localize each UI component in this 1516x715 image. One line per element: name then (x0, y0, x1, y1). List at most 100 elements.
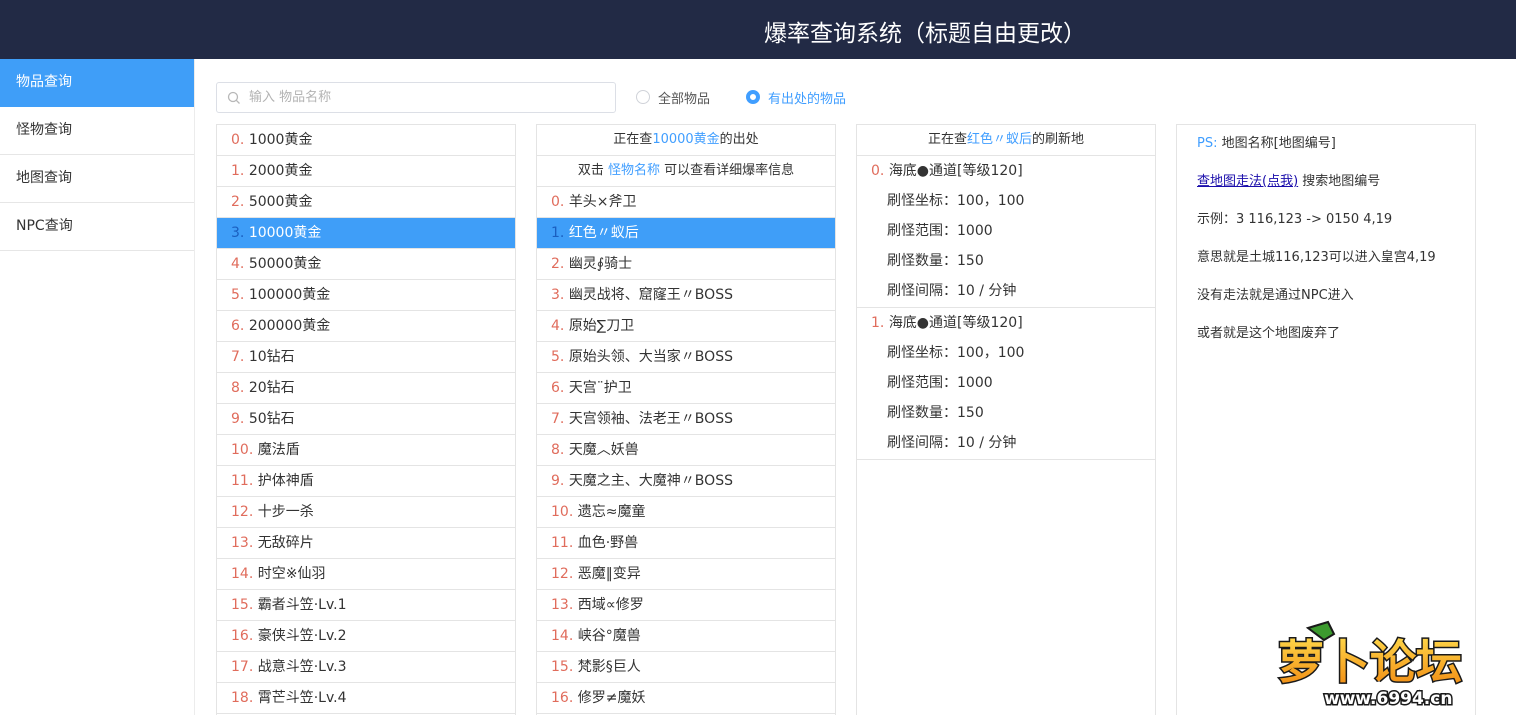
item-index: 15. (231, 597, 254, 613)
item-name: 200000黄金 (248, 318, 331, 334)
item-row[interactable]: 15. 霸者斗笠·Lv.1 (217, 590, 515, 621)
monster-row[interactable]: 16. 修罗≠魔妖 (537, 683, 835, 714)
monster-index: 14. (551, 628, 574, 644)
monster-index: 7. (551, 411, 565, 427)
monster-row[interactable]: 8. 天魔︿妖兽 (537, 435, 835, 466)
item-index: 17. (231, 659, 254, 675)
monster-name: 羊头×斧卫 (568, 194, 637, 210)
monster-row[interactable]: 15. 梵影§巨人 (537, 652, 835, 683)
monsters-list-panel: 正在查10000黄金的出处 双击 怪物名称 可以查看详细爆率信息 0. 羊头×斧… (536, 124, 836, 715)
monster-name: 天魔之主、大魔神〃BOSS (568, 473, 733, 489)
item-row[interactable]: 6. 200000黄金 (217, 311, 515, 342)
monster-row[interactable]: 13. 西域∝修罗 (537, 590, 835, 621)
item-index: 3. (231, 225, 245, 241)
item-name: 5000黄金 (248, 194, 313, 210)
sidebar-item-monsters[interactable]: 怪物查询 (0, 107, 194, 155)
link-suffix: 搜索地图编号 (1298, 174, 1381, 189)
monster-row[interactable]: 12. 恶魔‖变异 (537, 559, 835, 590)
monster-row[interactable]: 0. 羊头×斧卫 (537, 187, 835, 218)
heading-item-name: 10000黄金 (652, 132, 720, 147)
monster-index: 3. (551, 287, 565, 303)
monster-index: 8. (551, 442, 565, 458)
monster-row[interactable]: 6. 天宫¨护卫 (537, 373, 835, 404)
item-name: 50钻石 (248, 411, 295, 427)
sidebar-item-maps[interactable]: 地图查询 (0, 155, 194, 203)
item-row[interactable]: 2. 5000黄金 (217, 187, 515, 218)
monster-row[interactable]: 5. 原始头领、大当家〃BOSS (537, 342, 835, 373)
monster-row[interactable]: 4. 原始∑刀卫 (537, 311, 835, 342)
item-index: 0. (231, 132, 245, 148)
monster-index: 11. (551, 535, 574, 551)
monster-row[interactable]: 14. 峡谷°魔兽 (537, 621, 835, 652)
item-index: 8. (231, 380, 245, 396)
item-name: 霸者斗笠·Lv.1 (257, 597, 347, 613)
item-row[interactable]: 3. 10000黄金 (217, 218, 515, 249)
monster-row[interactable]: 2. 幽灵∮骑士 (537, 249, 835, 280)
monsters-panel-heading: 正在查10000黄金的出处 (537, 125, 835, 156)
item-index: 7. (231, 349, 245, 365)
map-entry[interactable]: 1. 海底●通道[等级120] 刷怪坐标：100，100 刷怪范围：1000 刷怪数量… (857, 308, 1155, 460)
monster-row[interactable]: 9. 天魔之主、大魔神〃BOSS (537, 466, 835, 497)
monster-index: 2. (551, 256, 565, 272)
item-row[interactable]: 9. 50钻石 (217, 404, 515, 435)
item-row[interactable]: 7. 10钻石 (217, 342, 515, 373)
item-row[interactable]: 10. 魔法盾 (217, 435, 515, 466)
item-name: 霄芒斗笠·Lv.4 (257, 690, 347, 706)
monster-name: 红色〃蚁后 (568, 225, 639, 241)
item-name: 十步一杀 (257, 504, 314, 520)
item-row[interactable]: 1. 2000黄金 (217, 156, 515, 187)
item-row[interactable]: 12. 十步一杀 (217, 497, 515, 528)
item-row[interactable]: 13. 无敌碎片 (217, 528, 515, 559)
item-index: 12. (231, 504, 254, 520)
item-row[interactable]: 4. 50000黄金 (217, 249, 515, 280)
filter-source-radio[interactable]: 有出处的物品 (746, 87, 846, 107)
monster-name: 梵影§巨人 (577, 659, 641, 675)
monster-index: 9. (551, 473, 565, 489)
monster-index: 0. (551, 194, 565, 210)
monster-row[interactable]: 10. 遗忘≈魔童 (537, 497, 835, 528)
map-route-link[interactable]: 查地图走法(点我) (1197, 174, 1298, 189)
map-index: 1. (871, 315, 885, 331)
heading-suffix: 的出处 (719, 132, 759, 147)
item-row[interactable]: 16. 豪侠斗笠·Lv.2 (217, 621, 515, 652)
item-index: 16. (231, 628, 254, 644)
monster-index: 13. (551, 597, 574, 613)
map-entry[interactable]: 0. 海底●通道[等级120] 刷怪坐标：100，100 刷怪范围：1000 刷怪数量… (857, 156, 1155, 308)
filter-all-radio[interactable]: 全部物品 (636, 87, 710, 107)
item-index: 13. (231, 535, 254, 551)
map-interval: 刷怪间隔：10 / 分钟 (887, 435, 1017, 451)
map-count: 刷怪数量：150 (887, 405, 984, 421)
item-row[interactable]: 14. 时空※仙羽 (217, 559, 515, 590)
map-coords: 刷怪坐标：100，100 (887, 193, 1025, 209)
filter-source-label: 有出处的物品 (768, 91, 847, 107)
monster-row[interactable]: 3. 幽灵战将、窟窿王〃BOSS (537, 280, 835, 311)
map-range: 刷怪范围：1000 (887, 375, 993, 391)
monster-row[interactable]: 1. 红色〃蚁后 (537, 218, 835, 249)
item-name: 100000黄金 (248, 287, 331, 303)
monster-row[interactable]: 7. 天宫领袖、法老王〃BOSS (537, 404, 835, 435)
monster-name: 峡谷°魔兽 (577, 628, 641, 644)
item-row[interactable]: 8. 20钻石 (217, 373, 515, 404)
item-name: 战意斗笠·Lv.3 (257, 659, 347, 675)
search-input[interactable] (249, 84, 609, 111)
item-row[interactable]: 18. 霄芒斗笠·Lv.4 (217, 683, 515, 714)
monster-name: 原始∑刀卫 (568, 318, 635, 334)
sidebar-item-items[interactable]: 物品查询 (0, 59, 194, 107)
monster-index: 16. (551, 690, 574, 706)
sidebar-item-npc[interactable]: NPC查询 (0, 203, 194, 251)
heading-prefix: 正在查 (613, 132, 653, 147)
monster-name: 天魔︿妖兽 (568, 442, 639, 458)
map-name: 海底●通道[等级120] (888, 315, 1023, 331)
item-row[interactable]: 0. 1000黄金 (217, 125, 515, 156)
item-row[interactable]: 17. 战意斗笠·Lv.3 (217, 652, 515, 683)
info-abandoned-note: 或者就是这个地图废弃了 (1197, 326, 1341, 341)
monster-row[interactable]: 11. 血色·野兽 (537, 528, 835, 559)
item-index: 18. (231, 690, 254, 706)
item-index: 1. (231, 163, 245, 179)
top-header: 爆率查询系统（标题自由更改） (0, 0, 1516, 59)
item-row[interactable]: 5. 100000黄金 (217, 280, 515, 311)
heading-monster-name: 红色〃蚁后 (966, 132, 1032, 147)
map-range: 刷怪范围：1000 (887, 223, 993, 239)
monster-name: 幽灵战将、窟窿王〃BOSS (568, 287, 733, 303)
item-row[interactable]: 11. 护体神盾 (217, 466, 515, 497)
